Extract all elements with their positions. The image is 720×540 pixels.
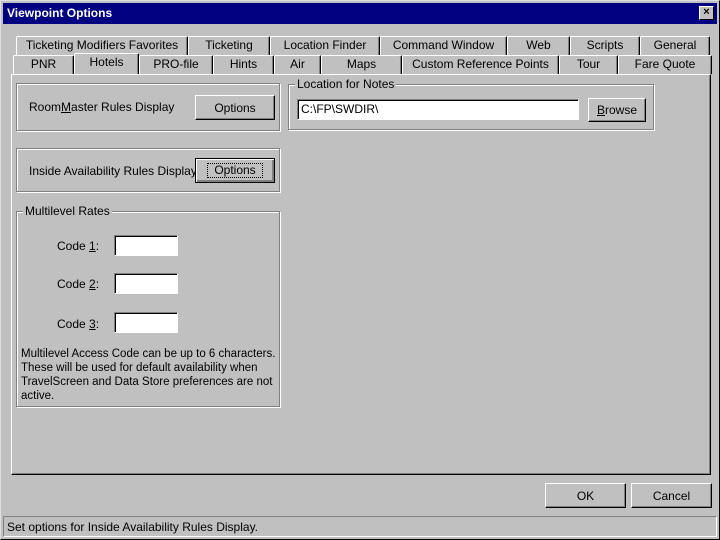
tab-hotels[interactable]: Hotels [74,53,139,74]
tab-command-window[interactable]: Command Window [380,36,507,55]
tab-air[interactable]: Air [274,55,321,74]
tab-scripts[interactable]: Scripts [570,36,640,55]
tab-tour[interactable]: Tour [559,55,618,74]
tab-ticketing[interactable]: Ticketing [188,36,270,55]
note-line: TravelScreen and Data Store preferences … [21,376,273,388]
title-bar[interactable]: Viewpoint Options × [3,3,717,24]
hotels-tab-panel: RoomMaster Rules Display Options Inside … [11,74,711,475]
tab-label: Air [290,57,305,71]
tab-label: Ticketing [205,38,253,52]
tab-label: PNR [30,57,57,71]
tab-label: Scripts [586,38,624,52]
location-for-notes-title: Location for Notes [295,77,397,91]
tab-label: Maps [346,57,377,71]
code-1-label: Code 1: [57,239,100,253]
tab-custom-reference-points[interactable]: Custom Reference Points [402,55,559,74]
tab-location-finder[interactable]: Location Finder [270,36,380,55]
multilevel-rates-group: Multilevel Rates Code 1: Code 2: Code 3:… [16,204,280,407]
note-line: Multilevel Access Code can be up to 6 ch… [21,348,276,360]
tab-general[interactable]: General [640,36,710,55]
inside-availability-group: Inside Availability Rules Display Option… [16,148,280,192]
tab-label: Web [526,38,551,52]
tab-label: Hotels [89,55,124,69]
note-line: active. [21,390,55,402]
tab-label: Command Window [392,38,495,52]
tab-pnr[interactable]: PNR [13,55,74,74]
browse-button[interactable]: Browse [588,98,646,122]
code-3-input[interactable] [114,312,178,333]
multilevel-note: Multilevel Access Code can be up to 6 ch… [21,347,279,403]
inside-availability-label: Inside Availability Rules Display [29,164,197,178]
roommaster-label: RoomMaster Rules Display [29,100,175,114]
note-line: These will be used for default availabil… [21,362,258,374]
tab-label: General [653,38,697,52]
tab-pro-file[interactable]: PRO-file [139,55,213,74]
multilevel-rates-title: Multilevel Rates [23,204,112,218]
ok-button[interactable]: OK [545,483,626,508]
tab-label: Ticketing Modifiers Favorites [25,38,179,52]
viewpoint-options-window: Viewpoint Options × Ticketing Modifiers … [0,0,720,540]
tab-label: Custom Reference Points [412,57,549,71]
options-label: Options [207,163,263,178]
tab-web[interactable]: Web [507,36,570,55]
tab-label: Hints [229,57,258,71]
window-title: Viewpoint Options [7,6,113,20]
code-2-input[interactable] [114,273,178,294]
cancel-button[interactable]: Cancel [631,483,712,508]
tab-fare-quote[interactable]: Fare Quote [618,55,712,74]
tab-label: PRO-file [153,57,199,71]
tab-label: Tour [576,57,601,71]
notes-path-input[interactable]: C:\FP\SWDIR\ [297,99,579,120]
close-icon[interactable]: × [699,6,714,20]
inside-availability-options-button[interactable]: Options [195,158,275,183]
tab-maps[interactable]: Maps [321,55,402,74]
location-for-notes-group: Location for Notes C:\FP\SWDIR\ Browse [288,77,654,130]
tab-label: Fare Quote [634,57,696,71]
roommaster-group: RoomMaster Rules Display Options [16,83,280,131]
tab-label: Location Finder [283,38,367,52]
roommaster-options-button[interactable]: Options [195,95,275,120]
code-2-label: Code 2: [57,277,100,291]
code-3-label: Code 3: [57,317,100,331]
tab-hints[interactable]: Hints [213,55,274,74]
code-1-input[interactable] [114,235,178,256]
status-bar: Set options for Inside Availability Rule… [3,516,717,537]
